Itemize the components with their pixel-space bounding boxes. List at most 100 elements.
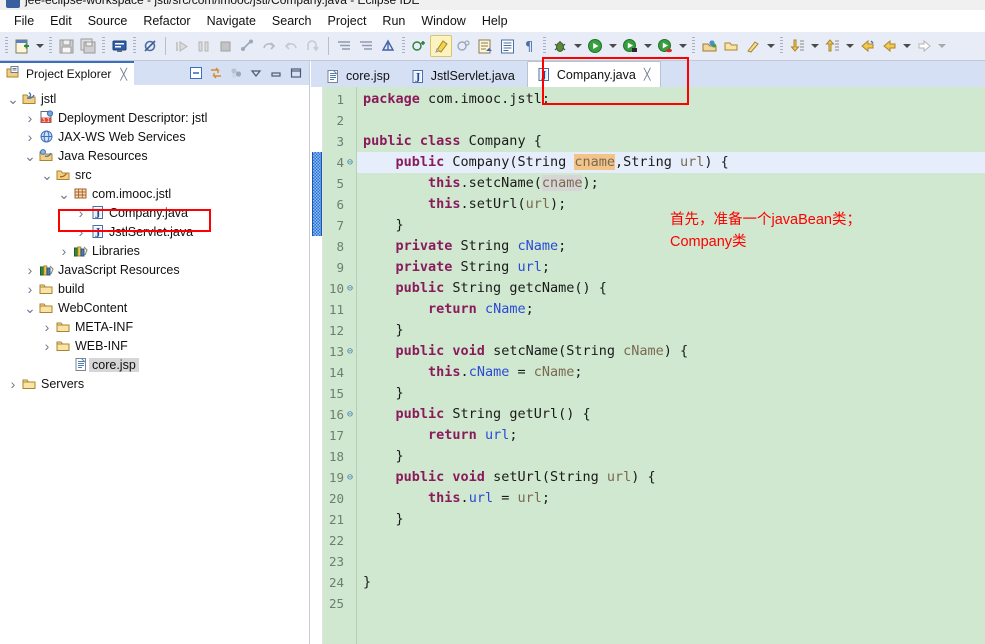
tree-item-webcontent[interactable]: ⌄ WebContent [0,298,309,317]
menu-search[interactable]: Search [264,11,320,31]
tree-item-src[interactable]: ⌄ src [0,165,309,184]
next-arrow-dropdown[interactable] [935,35,948,57]
terminate-icon[interactable] [214,35,236,57]
tree-item-company-java[interactable]: › J Company.java [0,203,309,222]
chevron-right-icon[interactable]: › [40,338,54,354]
editor-tab-jstlservlet-java[interactable]: J JstlServlet.java [402,65,525,87]
chevron-right-icon[interactable]: › [6,376,20,392]
code-line[interactable]: public void setUrl(String url) { [357,467,985,488]
code-line[interactable]: this.url = url; [357,488,985,509]
previous-edit-icon[interactable] [786,35,808,57]
code-line[interactable]: this.setcName(cname); [357,173,985,194]
new-file-icon[interactable] [11,35,33,57]
back-icon[interactable] [856,35,878,57]
chevron-right-icon[interactable]: › [74,205,88,221]
view-menu-icon[interactable] [246,63,265,82]
code-line[interactable]: public String getcName() { [357,278,985,299]
fold-collapse-icon[interactable]: ⊖ [345,341,355,362]
step-return-icon[interactable] [280,35,302,57]
coverage-dropdown-arrow[interactable] [676,35,689,57]
open-resource-list-icon[interactable] [496,35,518,57]
collapse-all-icon[interactable] [186,63,205,82]
external-tools-dropdown-arrow[interactable] [764,35,777,57]
new-dropdown-arrow[interactable] [33,35,46,57]
fold-collapse-icon[interactable]: ⊖ [345,278,355,299]
next-edit-dropdown-arrow[interactable] [843,35,856,57]
code-line[interactable]: public void setcName(String cName) { [357,341,985,362]
fold-collapse-icon[interactable]: ⊖ [345,404,355,425]
code-line[interactable]: this.setUrl(url); [357,194,985,215]
suspend-icon[interactable] [192,35,214,57]
run-icon[interactable] [584,35,606,57]
code-line[interactable]: this.cName = cName; [357,362,985,383]
next-annotation-icon[interactable] [333,35,355,57]
chevron-down-icon[interactable]: ⌄ [6,92,20,106]
tab-project-explorer[interactable]: Project Explorer ╳ [0,61,134,85]
debug-dropdown-arrow[interactable] [571,35,584,57]
tree-item-jstlservlet-java[interactable]: › J JstlServlet.java [0,222,309,241]
forward-dropdown-arrow[interactable] [900,35,913,57]
close-icon[interactable]: ╳ [644,68,651,81]
menu-project[interactable]: Project [320,11,375,31]
code-line[interactable]: public Company(String cname,String url) … [357,152,985,173]
new-java-package-icon[interactable] [377,35,399,57]
chevron-right-icon[interactable]: › [23,281,37,297]
menu-window[interactable]: Window [413,11,473,31]
tree-item-libraries[interactable]: › Libraries [0,241,309,260]
source-code[interactable]: package com.imooc.jstl; public class Comp… [357,87,985,644]
drop-to-frame-icon[interactable] [302,35,324,57]
chevron-down-icon[interactable]: ⌄ [57,187,71,201]
toolbar-grip-8[interactable] [780,37,783,55]
new-server-icon[interactable] [698,35,720,57]
code-line[interactable]: private String cName; [357,236,985,257]
project-explorer-scrollbar[interactable] [305,87,309,644]
step-over-icon[interactable] [258,35,280,57]
chevron-right-icon[interactable]: › [23,262,37,278]
code-line[interactable]: private String url; [357,257,985,278]
fold-collapse-icon[interactable]: ⊖ [345,467,355,488]
next-edit-icon[interactable] [821,35,843,57]
editor-tab-core-jsp[interactable]: core.jsp [317,65,400,87]
chevron-right-icon[interactable]: › [40,319,54,335]
highlight-marker-icon[interactable] [430,35,452,57]
fold-collapse-icon[interactable]: ⊖ [345,152,355,173]
open-type-icon[interactable] [452,35,474,57]
step-into-icon[interactable] [236,35,258,57]
toolbar-grip-2[interactable] [49,37,52,55]
minimize-icon[interactable] [266,63,285,82]
tree-item-javascript-resources[interactable]: › JavaScript Resources [0,260,309,279]
menu-navigate[interactable]: Navigate [199,11,264,31]
pilcrow-icon[interactable]: ¶ [518,35,540,57]
tree-item-web-inf[interactable]: › WEB-INF [0,336,309,355]
chevron-down-icon[interactable]: ⌄ [23,149,37,163]
menu-run[interactable]: Run [374,11,413,31]
resume-icon[interactable] [170,35,192,57]
open-folder-icon[interactable] [720,35,742,57]
tree-item-jax-ws-web-services[interactable]: › JAX-WS Web Services [0,127,309,146]
next-arrow-icon[interactable] [913,35,935,57]
link-with-editor-icon[interactable] [206,63,225,82]
tree-item-java-resources[interactable]: ⌄ Java Resources [0,146,309,165]
toolbar-grip-7[interactable] [692,37,695,55]
tree-item-deployment-descriptor-jstl[interactable]: › 3.1 Deployment Descriptor: jstl [0,108,309,127]
maximize-icon[interactable] [286,63,305,82]
tree-item-jstl[interactable]: ⌄ jstl [0,89,309,108]
previous-annotation-icon[interactable] [355,35,377,57]
chevron-right-icon[interactable]: › [23,129,37,145]
code-line[interactable]: } [357,509,985,530]
coverage-icon[interactable] [654,35,676,57]
console-icon[interactable] [108,35,130,57]
menu-file[interactable]: File [6,11,42,31]
editor-tab-company-java[interactable]: J Company.java ╳ [526,61,662,87]
skip-breakpoints-icon[interactable] [139,35,161,57]
debug-icon[interactable] [549,35,571,57]
tree-item-servers[interactable]: › Servers [0,374,309,393]
save-all-icon[interactable] [77,35,99,57]
chevron-down-icon[interactable]: ⌄ [23,301,37,315]
menu-help[interactable]: Help [474,11,516,31]
forward-icon[interactable] [878,35,900,57]
code-line[interactable] [357,110,985,131]
code-line[interactable]: } [357,383,985,404]
code-line[interactable]: } [357,215,985,236]
code-line[interactable]: return cName; [357,299,985,320]
